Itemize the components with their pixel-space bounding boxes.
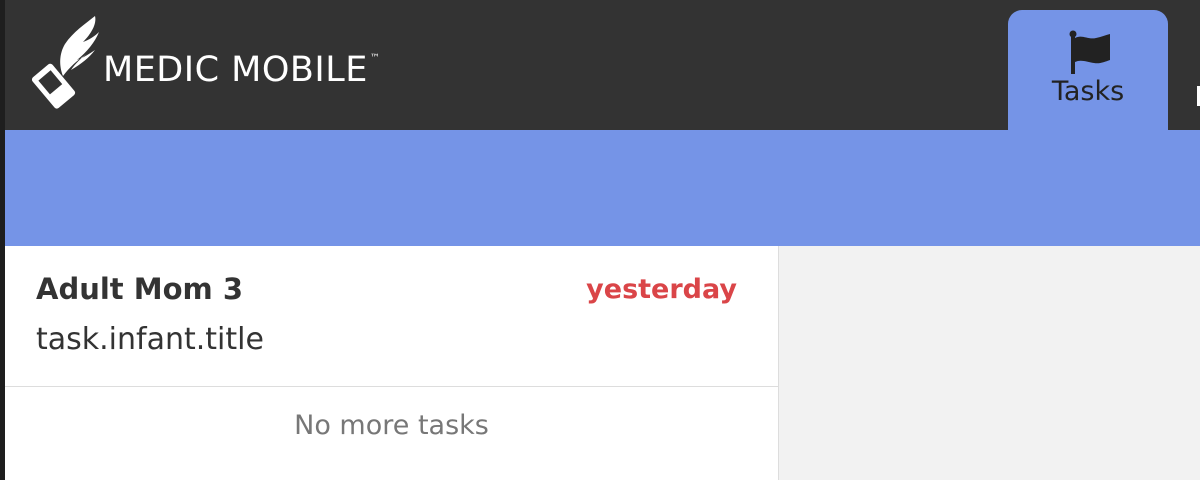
trademark-mark: ™ — [369, 53, 381, 64]
brand-name: MEDIC MOBILE ™ — [103, 50, 380, 90]
brand-text: MEDIC MOBILE — [103, 50, 368, 90]
no-more-tasks-message: No more tasks — [294, 410, 489, 441]
task-due-date: yesterday — [586, 274, 737, 305]
task-list-item[interactable]: Adult Mom 3 yesterday task.infant.title — [5, 246, 778, 387]
task-title: task.infant.title — [36, 322, 264, 357]
task-list: Adult Mom 3 yesterday task.infant.title … — [5, 246, 779, 480]
action-bar — [5, 130, 1200, 246]
flag-icon — [1069, 30, 1110, 74]
task-contact-name: Adult Mom 3 — [36, 272, 244, 306]
tab-tasks-label: Tasks — [1051, 76, 1125, 107]
tab-tasks[interactable]: Tasks — [1008, 10, 1168, 130]
app-header: MEDIC MOBILE ™ Tasks — [5, 0, 1200, 130]
winged-phone-logo-icon — [31, 16, 99, 109]
